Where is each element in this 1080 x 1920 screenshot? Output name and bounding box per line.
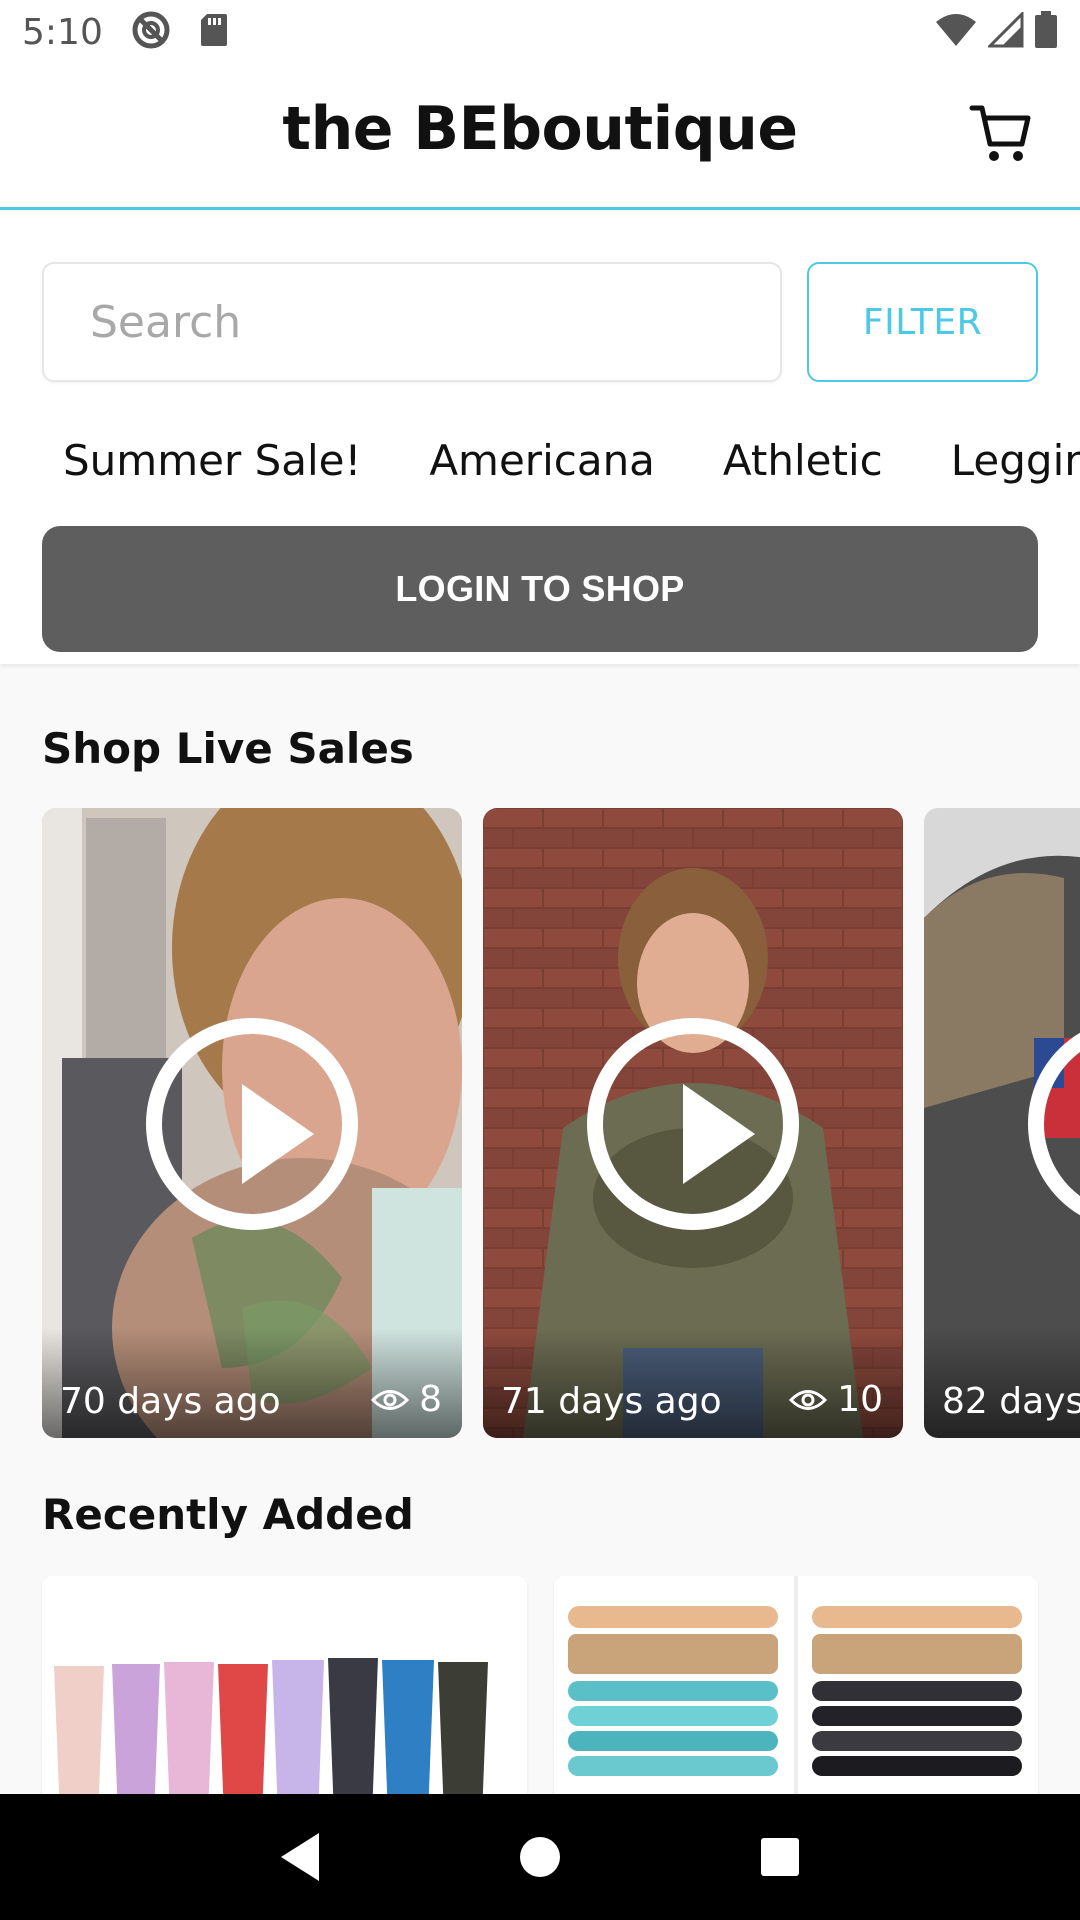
home-icon xyxy=(520,1837,560,1877)
eye-icon xyxy=(371,1389,410,1410)
search-input[interactable] xyxy=(90,296,780,348)
cart-button[interactable] xyxy=(968,100,1034,166)
recents-button[interactable] xyxy=(740,1817,820,1897)
live-sale-card[interactable]: 70 days ago 8 xyxy=(42,808,462,1438)
product-card[interactable] xyxy=(554,1576,1038,1794)
search-box[interactable] xyxy=(42,262,782,382)
back-icon xyxy=(281,1833,319,1881)
do-not-disturb-icon xyxy=(131,10,171,55)
play-icon[interactable] xyxy=(146,1018,358,1230)
filter-button[interactable]: FILTER xyxy=(807,262,1038,382)
live-sale-card[interactable]: 71 days ago 10 xyxy=(483,808,903,1438)
recently-added-list[interactable] xyxy=(0,1576,1080,1794)
home-button[interactable] xyxy=(500,1817,580,1897)
recents-icon xyxy=(761,1838,799,1876)
app-title: the BEboutique xyxy=(282,94,798,164)
category-leggings[interactable]: Leggings xyxy=(951,436,1080,485)
top-controls: FILTER Summer Sale! Americana Athletic L… xyxy=(0,212,1080,664)
product-card[interactable] xyxy=(42,1576,527,1794)
live-sales-title: Shop Live Sales xyxy=(42,724,414,773)
app-header: the BEboutique xyxy=(0,64,1080,210)
eye-icon xyxy=(789,1389,828,1410)
category-tabs: Summer Sale! Americana Athletic Leggings xyxy=(0,420,1080,500)
back-button[interactable] xyxy=(260,1817,340,1897)
live-sales-carousel[interactable]: 70 days ago 8 71 days ago 10 82 days xyxy=(0,808,1080,1440)
category-athletic[interactable]: Athletic xyxy=(723,436,883,485)
category-summer-sale[interactable]: Summer Sale! xyxy=(63,436,361,485)
wifi-icon xyxy=(934,12,978,53)
sd-card-icon xyxy=(199,12,229,53)
status-bar: 5:10 xyxy=(0,0,1080,64)
system-nav-bar xyxy=(0,1794,1080,1920)
status-time: 5:10 xyxy=(22,11,103,53)
live-sale-date: 82 days xyxy=(942,1381,1080,1422)
recently-added-title: Recently Added xyxy=(42,1490,414,1539)
live-sale-date: 71 days ago xyxy=(501,1381,722,1422)
product-image xyxy=(554,1576,1038,1794)
live-sale-views: 8 xyxy=(371,1379,442,1420)
signal-icon xyxy=(986,9,1024,53)
live-sale-card[interactable]: 82 days xyxy=(924,808,1080,1438)
cart-icon xyxy=(969,105,1031,161)
view-count: 8 xyxy=(419,1379,442,1420)
play-icon[interactable] xyxy=(587,1018,799,1230)
view-count: 10 xyxy=(837,1379,883,1420)
category-americana[interactable]: Americana xyxy=(429,436,655,485)
live-sale-date: 70 days ago xyxy=(60,1381,281,1422)
product-image xyxy=(42,1576,527,1794)
login-to-shop-button[interactable]: LOGIN TO SHOP xyxy=(42,526,1038,652)
battery-icon xyxy=(1034,10,1058,54)
live-sale-views: 10 xyxy=(789,1379,883,1420)
